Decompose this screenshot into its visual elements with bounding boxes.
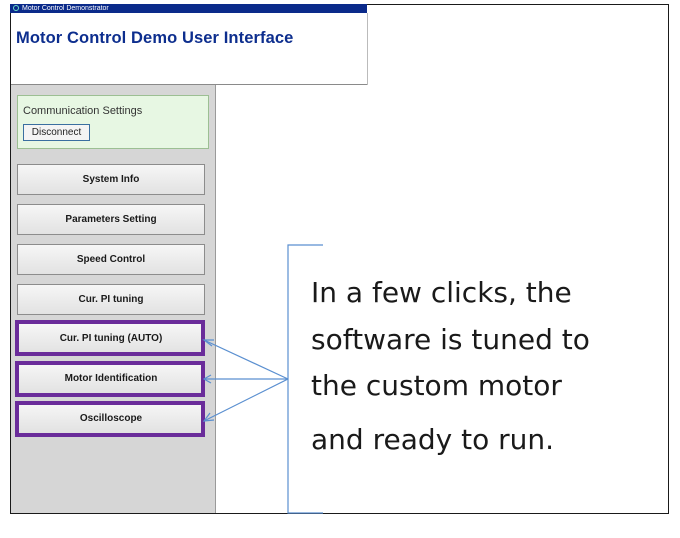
callout-line-1: In a few clicks, the bbox=[311, 276, 572, 309]
callout-line-4: and ready to run. bbox=[311, 423, 555, 456]
arrowhead-auto bbox=[202, 339, 214, 347]
callout-line-2: software is tuned to bbox=[311, 323, 590, 356]
callout-line-3: the custom motor bbox=[311, 369, 562, 402]
arrow-line-auto bbox=[203, 339, 289, 380]
arrow-line-oscilloscope bbox=[203, 378, 289, 422]
